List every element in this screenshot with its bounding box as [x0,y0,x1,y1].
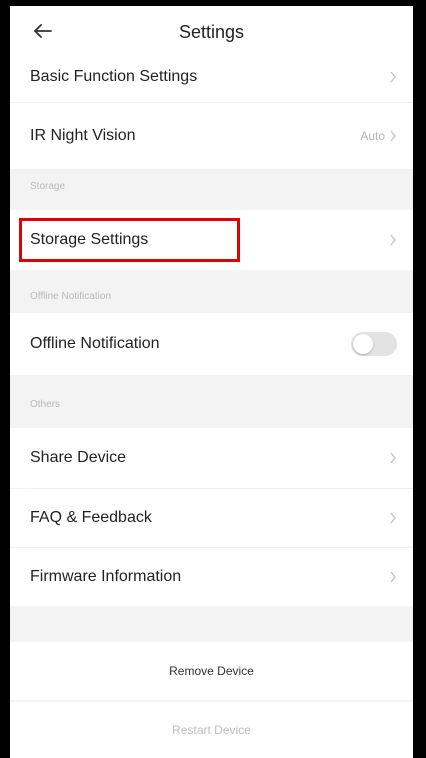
row-basic-function-settings[interactable]: Basic Function Settings [10,52,413,102]
row-share-device[interactable]: Share Device [10,428,413,488]
row-ir-night-vision[interactable]: IR Night Vision Auto [10,103,413,169]
restart-device-button[interactable]: Restart Device [10,702,413,758]
chevron-right-icon [390,452,396,464]
chevron-right-icon [390,512,396,524]
row-label: Basic Function Settings [30,68,198,85]
chevron-right-icon [390,234,396,246]
section-label: Others [30,399,61,410]
section-label: Storage [30,181,66,192]
section-header-storage: Storage [10,181,413,201]
chevron-right-icon [390,571,396,583]
settings-screen: Settings Basic Function Settings IR Nigh… [10,6,413,758]
row-firmware-information[interactable]: Firmware Information [10,548,413,606]
row-label: IR Night Vision [30,127,136,144]
section-label: Offline Notification [30,291,111,302]
offline-notification-toggle[interactable] [351,332,397,356]
remove-device-button[interactable]: Remove Device [10,642,413,700]
section-header-others: Others [10,399,413,419]
toggle-knob [353,334,373,354]
ir-night-vision-value: Auto [360,129,385,143]
page-title: Settings [178,22,245,42]
row-offline-notification: Offline Notification [10,313,413,375]
row-label: Firmware Information [30,568,182,585]
row-label: Offline Notification [30,335,160,352]
chevron-right-icon [390,71,396,83]
row-label: Share Device [30,449,127,466]
row-label: Storage Settings [30,231,149,248]
chevron-right-icon [390,130,396,142]
restart-device-label: Restart Device [172,723,251,737]
remove-device-label: Remove Device [169,664,254,678]
row-label: FAQ & Feedback [30,509,152,526]
header-bar: Settings [10,6,413,56]
row-faq-feedback[interactable]: FAQ & Feedback [10,489,413,547]
section-header-offline-notification: Offline Notification [10,291,413,311]
row-storage-settings[interactable]: Storage Settings [10,210,413,270]
